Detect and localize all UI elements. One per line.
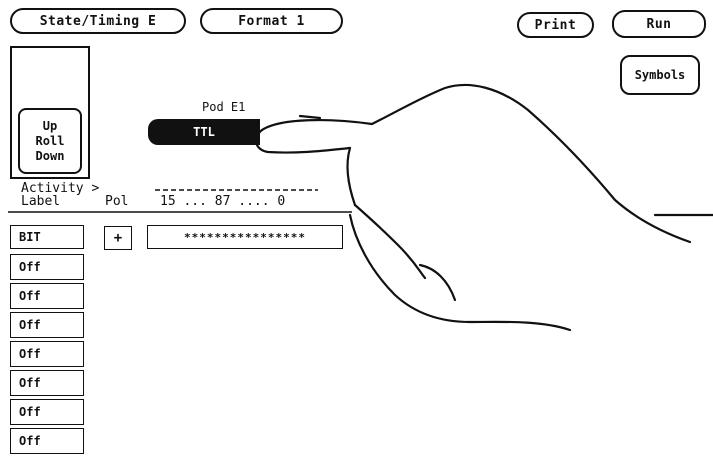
label-field-off[interactable]: Off bbox=[10, 370, 84, 396]
label-field-off[interactable]: Off bbox=[10, 254, 84, 280]
bit-assignment-value: **************** bbox=[184, 230, 306, 244]
label-field-off[interactable]: Off bbox=[10, 428, 84, 454]
label-bit-text: BIT bbox=[19, 230, 41, 244]
label-field-bit[interactable]: BIT bbox=[10, 225, 84, 249]
polarity-value: + bbox=[113, 230, 123, 246]
label-field-off[interactable]: Off bbox=[10, 399, 84, 425]
polarity-button[interactable]: + bbox=[104, 226, 132, 250]
label-field-off[interactable]: Off bbox=[10, 283, 84, 309]
label-field-off[interactable]: Off bbox=[10, 312, 84, 338]
bit-assignment-field[interactable]: **************** bbox=[147, 225, 343, 249]
label-field-off[interactable]: Off bbox=[10, 341, 84, 367]
